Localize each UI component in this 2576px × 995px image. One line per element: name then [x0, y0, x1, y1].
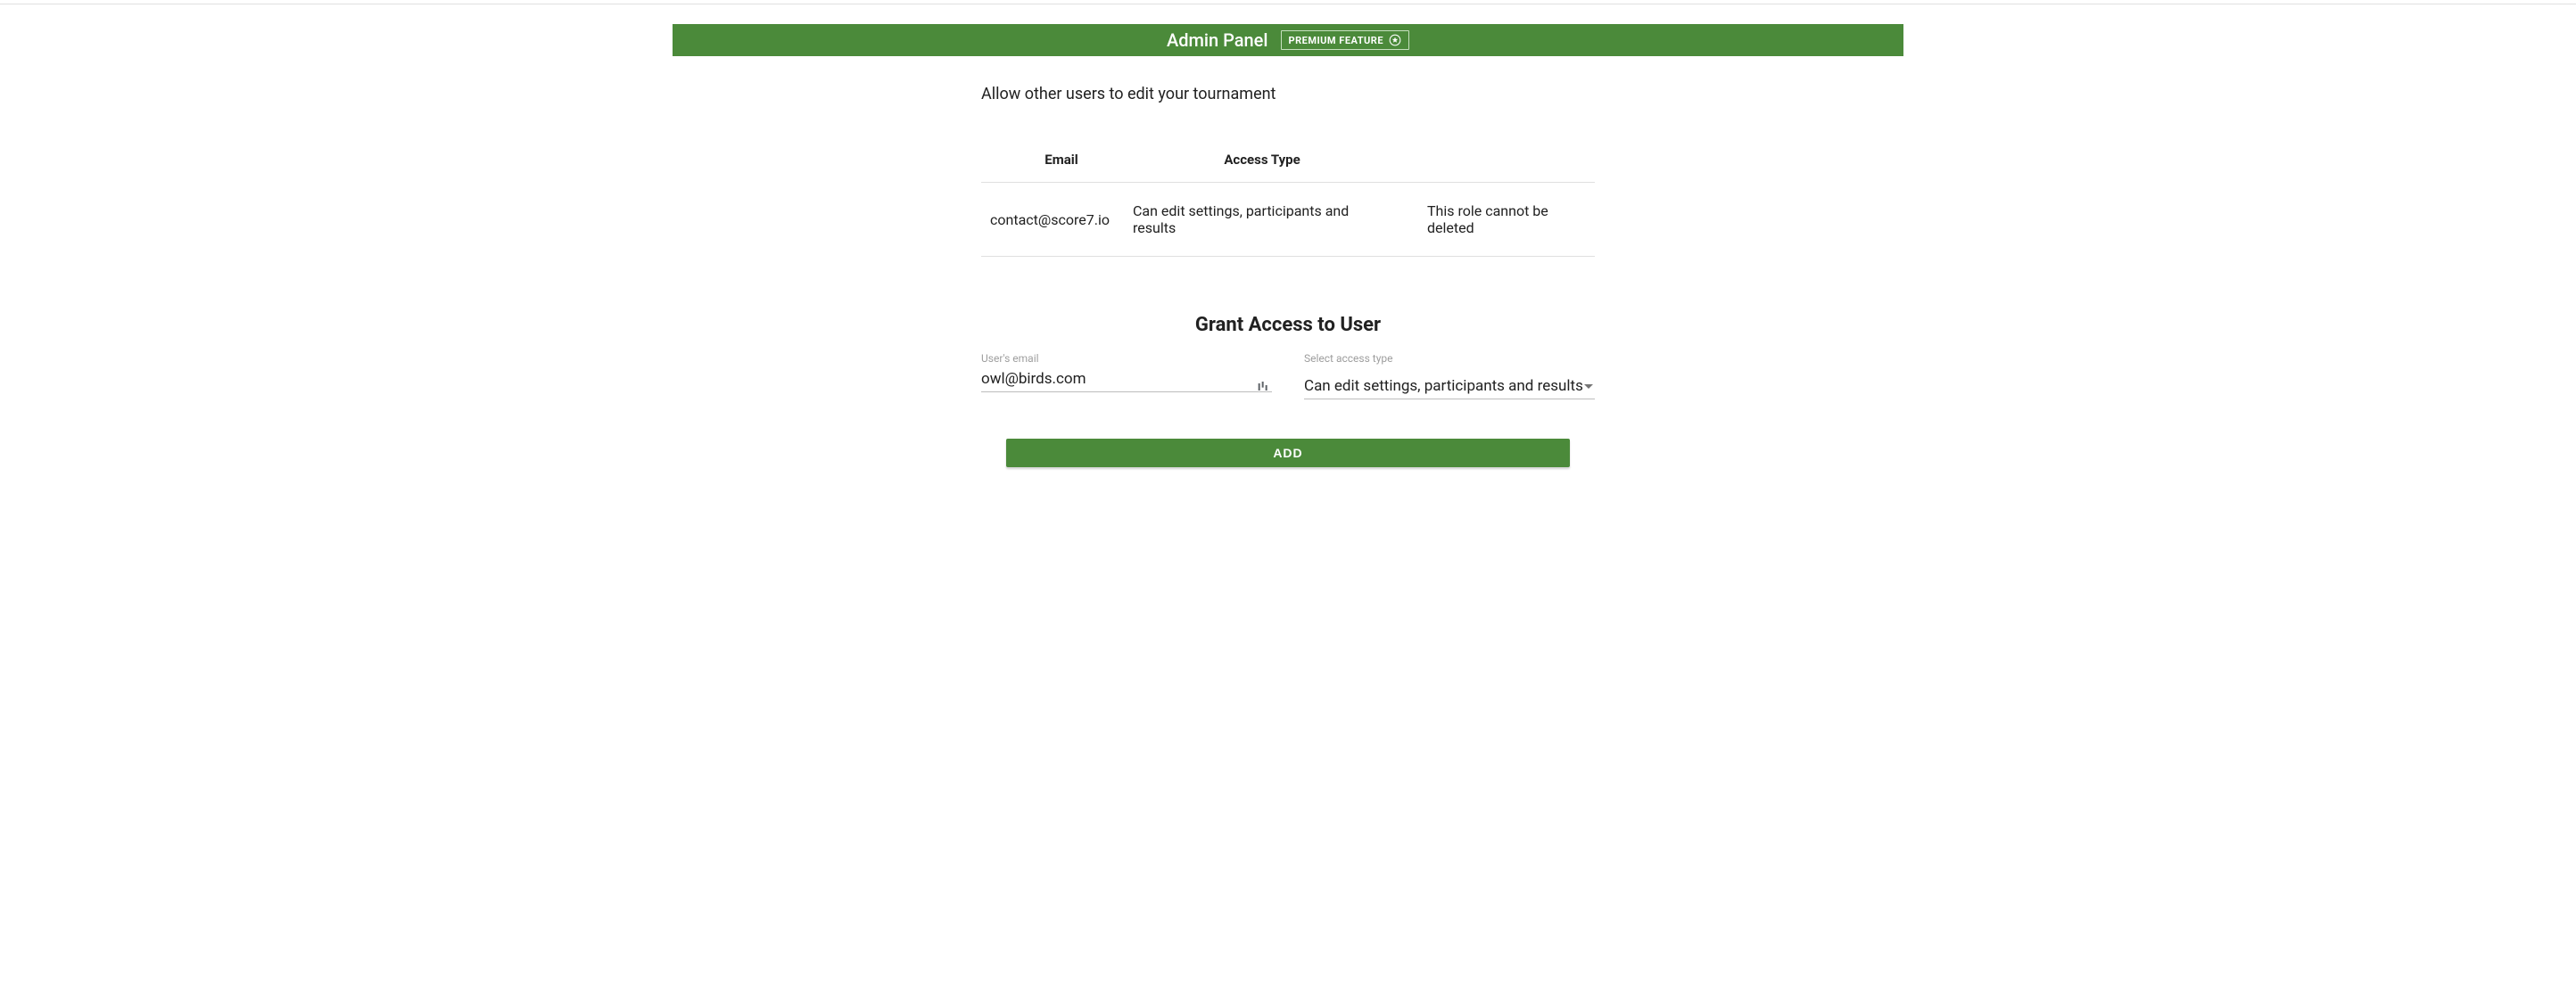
email-field[interactable] [981, 365, 1272, 392]
premium-feature-badge[interactable]: PREMIUM FEATURE [1281, 30, 1410, 50]
email-field-wrap: User's email [981, 352, 1272, 399]
intro-text: Allow other users to edit your tournamen… [981, 85, 1595, 103]
page-title: Admin Panel [1167, 29, 1268, 51]
admin-panel-header: Admin Panel PREMIUM FEATURE [673, 24, 1903, 56]
table-row: contact@score7.io Can edit settings, par… [981, 183, 1595, 257]
premium-feature-label: PREMIUM FEATURE [1289, 35, 1384, 46]
chevron-down-icon [1584, 384, 1593, 389]
table-cell-access-type: Can edit settings, participants and resu… [1133, 202, 1391, 236]
add-button[interactable]: ADD [1006, 439, 1571, 467]
access-type-select-value: Can edit settings, participants and resu… [1304, 377, 1583, 395]
table-header: Email Access Type [981, 152, 1595, 183]
table-header-access-type: Access Type [1133, 152, 1391, 168]
access-type-select[interactable]: Can edit settings, participants and resu… [1304, 372, 1595, 399]
table-header-spacer [1391, 152, 1586, 168]
grant-access-title: Grant Access to User [981, 314, 1595, 336]
access-type-field-wrap: Select access type Can edit settings, pa… [1304, 352, 1595, 399]
access-table: Email Access Type contact@score7.io Can … [981, 152, 1595, 257]
content-container: Allow other users to edit your tournamen… [981, 85, 1595, 467]
table-header-email: Email [990, 152, 1133, 168]
access-type-field-label: Select access type [1304, 352, 1595, 365]
email-field-label: User's email [981, 352, 1272, 365]
premium-star-icon [1389, 34, 1401, 46]
table-cell-email: contact@score7.io [990, 211, 1133, 228]
email-autofill-icon[interactable] [1256, 380, 1270, 394]
table-cell-note: This role cannot be deleted [1391, 202, 1586, 236]
grant-access-form: User's email Select access type Can edit… [981, 352, 1595, 399]
